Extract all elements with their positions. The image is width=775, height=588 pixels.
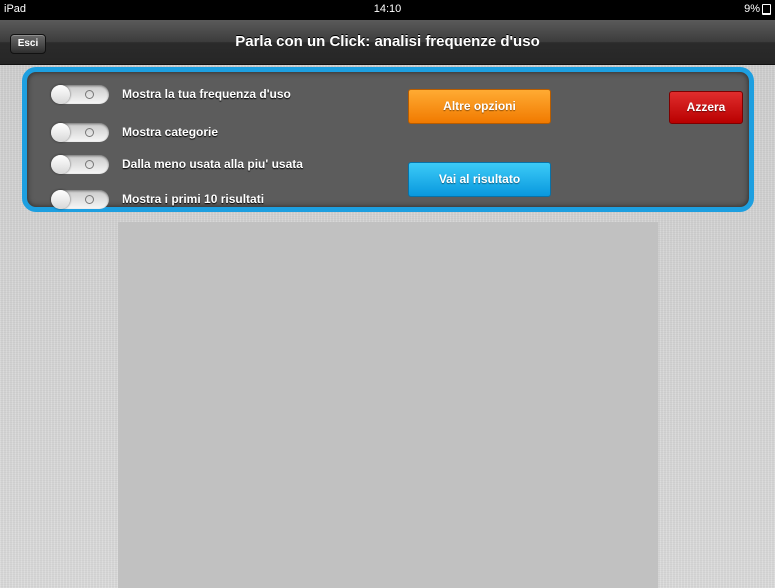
battery-icon (762, 3, 771, 15)
switch-knob (51, 122, 70, 142)
status-bar: iPad 14:10 9% (0, 0, 775, 20)
navigation-bar: Esci Parla con un Click: analisi frequen… (0, 20, 775, 65)
top-10-label: Mostra i primi 10 risultati (122, 192, 265, 206)
sort-ascending-switch[interactable] (51, 154, 109, 174)
top-10-switch[interactable] (51, 189, 109, 209)
off-indicator-icon (85, 89, 94, 99)
toggle-row-top-10: Mostra i primi 10 risultati (51, 189, 264, 209)
switch-knob (51, 189, 70, 209)
more-options-button[interactable]: Altre opzioni (408, 89, 551, 124)
go-to-result-button[interactable]: Vai al risultato (408, 162, 551, 197)
status-time: 14:10 (373, 3, 402, 15)
sort-ascending-label: Dalla meno usata alla piu' usata (122, 157, 303, 171)
show-frequency-switch[interactable] (51, 84, 109, 104)
results-area (118, 222, 658, 588)
off-indicator-icon (85, 127, 94, 137)
toggle-row-show-categories: Mostra categorie (51, 122, 218, 142)
show-frequency-label: Mostra la tua frequenza d'uso (122, 87, 291, 101)
switch-knob (51, 154, 70, 174)
show-categories-label: Mostra categorie (122, 125, 219, 139)
show-categories-switch[interactable] (51, 122, 109, 142)
off-indicator-icon (85, 159, 94, 169)
battery-percent: 9% (744, 3, 760, 15)
toggle-row-show-frequency: Mostra la tua frequenza d'uso (51, 84, 291, 104)
off-indicator-icon (85, 194, 94, 204)
switch-knob (51, 84, 70, 104)
page-title: Parla con un Click: analisi frequenze d'… (235, 33, 540, 50)
reset-button[interactable]: Azzera (669, 91, 743, 124)
battery-indicator: 9% (744, 3, 771, 15)
options-panel: Mostra la tua frequenza d'uso Mostra cat… (22, 67, 754, 212)
toggle-row-sort-ascending: Dalla meno usata alla piu' usata (51, 154, 303, 174)
